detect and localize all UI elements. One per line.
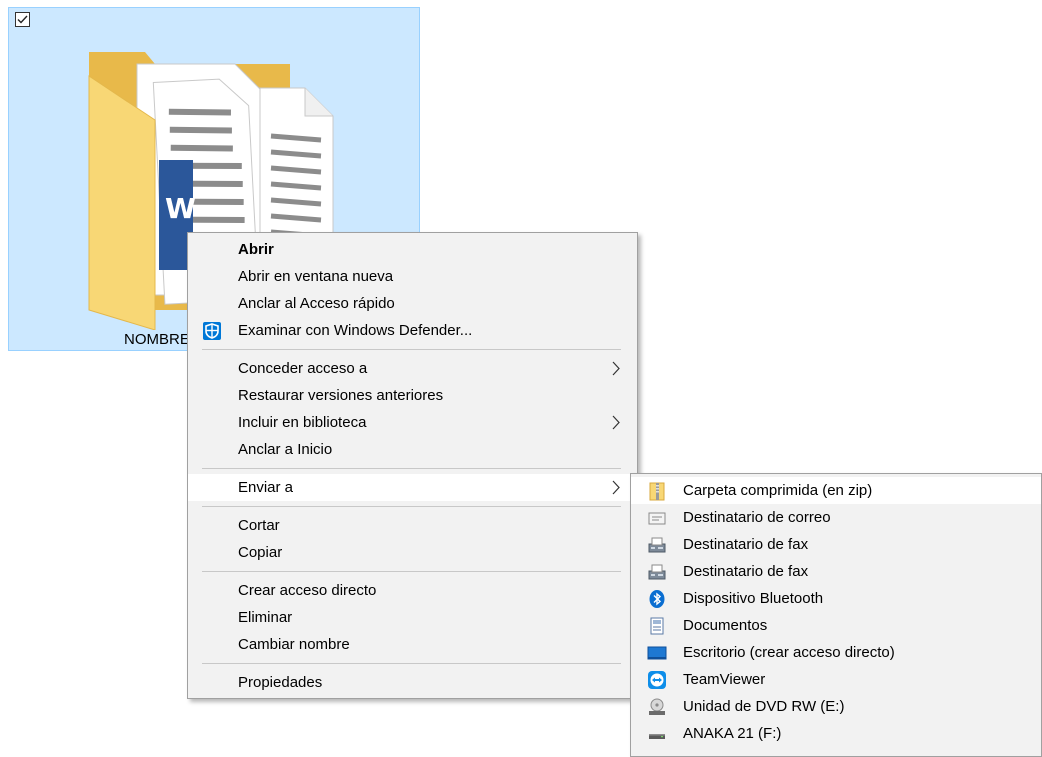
menu-item-cut[interactable]: Cortar [188,512,637,539]
menu-separator [202,663,621,664]
menu-item-label: Anclar al Acceso rápido [238,295,395,312]
desktop-icon [647,646,667,660]
submenu-item-label: ANAKA 21 (F:) [683,725,782,742]
submenu-item-mail[interactable]: Destinatario de correo [631,504,1041,531]
mail-recipient-icon [648,512,666,525]
submenu-item-dvd[interactable]: Unidad de DVD RW (E:) [631,693,1041,720]
menu-item-label: Crear acceso directo [238,582,377,599]
chevron-right-icon [612,361,620,376]
menu-item-create-shortcut[interactable]: Crear acceso directo [188,577,637,604]
teamviewer-icon [648,671,666,689]
fax-icon [648,537,666,553]
zip-folder-icon [649,482,665,501]
submenu-item-documents[interactable]: Documentos [631,612,1041,639]
submenu-item-usb[interactable]: ANAKA 21 (F:) [631,720,1041,747]
menu-item-label: Enviar a [238,479,294,496]
menu-item-scan-defender[interactable]: Examinar con Windows Defender... [188,317,637,344]
menu-item-label: Cambiar nombre [238,636,350,653]
menu-separator [202,506,621,507]
usb-drive-icon [649,734,665,739]
menu-item-pin-start[interactable]: Anclar a Inicio [188,436,637,463]
menu-item-label: Restaurar versiones anteriores [238,387,444,404]
submenu-item-fax-1[interactable]: Destinatario de fax [631,531,1041,558]
submenu-item-label: Destinatario de fax [683,536,809,553]
windows-defender-icon [203,322,221,340]
menu-separator [202,349,621,350]
submenu-item-label: Unidad de DVD RW (E:) [683,698,845,715]
selection-checkbox[interactable] [15,12,30,27]
menu-item-open[interactable]: Abrir [188,236,637,263]
folder-label: NOMBRE [124,331,190,348]
menu-item-label: Abrir en ventana nueva [238,268,394,285]
menu-item-label: Copiar [238,544,283,561]
menu-item-label: Conceder acceso a [238,360,368,377]
menu-item-pin-quick-access[interactable]: Anclar al Acceso rápido [188,290,637,317]
checkmark-icon [17,15,28,24]
menu-item-delete[interactable]: Eliminar [188,604,637,631]
menu-item-label: Propiedades [238,674,323,691]
fax-icon [648,564,666,580]
documents-icon [650,617,664,635]
svg-text:W: W [165,192,196,225]
submenu-item-teamviewer[interactable]: TeamViewer [631,666,1041,693]
send-to-submenu: Carpeta comprimida (en zip) Destinatario… [630,473,1042,757]
menu-item-label: Eliminar [238,609,293,626]
menu-item-restore-versions[interactable]: Restaurar versiones anteriores [188,382,637,409]
menu-item-label: Incluir en biblioteca [238,414,367,431]
submenu-item-bluetooth[interactable]: Dispositivo Bluetooth [631,585,1041,612]
menu-item-properties[interactable]: Propiedades [188,669,637,696]
submenu-item-label: Destinatario de fax [683,563,809,580]
menu-item-send-to[interactable]: Enviar a [188,474,637,501]
bluetooth-icon [649,590,665,608]
menu-item-label: Cortar [238,517,280,534]
menu-item-give-access[interactable]: Conceder acceso a [188,355,637,382]
menu-item-copy[interactable]: Copiar [188,539,637,566]
submenu-item-fax-2[interactable]: Destinatario de fax [631,558,1041,585]
submenu-item-label: Escritorio (crear acceso directo) [683,644,895,661]
submenu-item-label: Dispositivo Bluetooth [683,590,824,607]
chevron-right-icon [612,480,620,495]
menu-item-label: Anclar a Inicio [238,441,333,458]
submenu-item-label: Destinatario de correo [683,509,831,526]
menu-item-open-new-window[interactable]: Abrir en ventana nueva [188,263,637,290]
chevron-right-icon [612,415,620,430]
menu-separator [202,468,621,469]
menu-item-label: Abrir [238,241,274,258]
menu-separator [202,571,621,572]
menu-item-label: Examinar con Windows Defender... [238,322,473,339]
submenu-item-zip[interactable]: Carpeta comprimida (en zip) [631,477,1041,504]
submenu-item-label: Documentos [683,617,768,634]
submenu-item-label: Carpeta comprimida (en zip) [683,482,873,499]
dvd-drive-icon [649,698,665,715]
context-menu: Abrir Abrir en ventana nueva Anclar al A… [187,232,638,699]
menu-item-include-library[interactable]: Incluir en biblioteca [188,409,637,436]
submenu-item-desktop[interactable]: Escritorio (crear acceso directo) [631,639,1041,666]
menu-item-rename[interactable]: Cambiar nombre [188,631,637,658]
submenu-item-label: TeamViewer [683,671,766,688]
